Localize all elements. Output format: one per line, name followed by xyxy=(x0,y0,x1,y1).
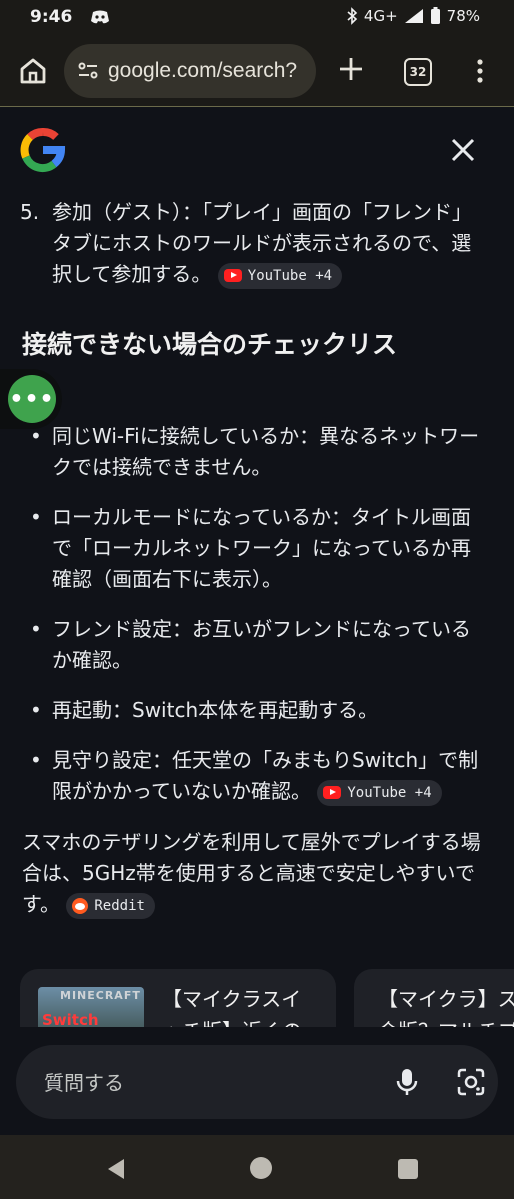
discord-icon xyxy=(91,10,109,24)
close-icon[interactable] xyxy=(448,135,478,165)
list-item: ローカルモードになっているか：タイトル画面で「ローカルネットワーク」になっている… xyxy=(30,502,490,595)
new-tab-icon[interactable] xyxy=(336,54,366,84)
status-bar: 9:46 4G+ 78% xyxy=(0,0,514,36)
url-text[interactable]: google.com/search? xyxy=(108,59,297,83)
source-chip[interactable]: YouTube +4 xyxy=(317,779,442,806)
list-item: 同じWi-Fiに接続しているか：異なるネットワークでは接続できません。 xyxy=(30,421,490,483)
site-settings-icon[interactable] xyxy=(76,59,100,83)
tab-switcher-button[interactable]: 32 xyxy=(404,58,432,86)
system-nav-bar xyxy=(0,1135,514,1199)
back-icon[interactable] xyxy=(104,1157,128,1181)
bluetooth-icon xyxy=(347,7,358,25)
status-time: 9:46 xyxy=(30,7,73,27)
source-chip-label: Reddit xyxy=(94,897,145,914)
step-item: 5. 参加（ゲスト）：「プレイ」画面の「フレンド」タブにホストのワールドが表示さ… xyxy=(20,197,490,290)
card-title-line: 【マイクラスイ xyxy=(162,987,302,1011)
reddit-icon xyxy=(72,897,89,914)
battery-icon xyxy=(430,7,440,24)
battery-level: 78% xyxy=(446,7,480,25)
signal-icon xyxy=(404,9,423,23)
more-dots-icon[interactable]: ••• xyxy=(8,375,56,423)
source-chip-label: YouTube +4 xyxy=(247,267,333,284)
section-heading: 接続できない場合のチェックリス xyxy=(22,330,398,359)
youtube-icon xyxy=(223,269,242,282)
recents-icon[interactable] xyxy=(398,1159,418,1179)
list-item: フレンド設定：お互いがフレンドになっているか確認。 xyxy=(30,614,490,676)
browser-toolbar: google.com/search? 32 xyxy=(0,36,514,107)
status-icons: 4G+ 78% xyxy=(346,7,480,25)
card-title-line: 【マイクラ】ス xyxy=(378,987,514,1011)
overflow-menu-icon[interactable] xyxy=(470,56,490,86)
youtube-icon xyxy=(323,786,342,799)
mic-icon[interactable] xyxy=(394,1067,420,1097)
source-chip[interactable]: YouTube +4 xyxy=(217,262,343,289)
list-item: 再起動：Switch本体を再起動する。 xyxy=(30,695,490,726)
closing-paragraph: スマホのテザリングを利用して屋外でプレイする場合は、5GHz帯を使用すると高速で… xyxy=(22,827,498,920)
address-bar[interactable]: google.com/search? xyxy=(64,44,316,98)
ai-answer-panel: 5. 参加（ゲスト）：「プレイ」画面の「フレンド」タブにホストのワールドが表示さ… xyxy=(0,107,514,1127)
home-icon[interactable] xyxy=(16,54,50,88)
thumbnail-text: MINECRAFT xyxy=(60,989,141,1002)
checklist: 同じWi-Fiに接続しているか：異なるネットワークでは接続できません。 ローカル… xyxy=(30,421,490,826)
network-type: 4G+ xyxy=(363,7,398,25)
ask-input[interactable]: 質問する xyxy=(16,1045,498,1119)
lens-camera-icon[interactable] xyxy=(456,1067,486,1097)
video-cards: MINECRAFT Switch 【マイクラスイ ッチ版】近くの 【マイクラ】ス… xyxy=(20,969,514,1089)
ask-placeholder[interactable]: 質問する xyxy=(44,1067,124,1096)
step-number: 5. xyxy=(20,200,40,224)
google-logo-icon xyxy=(20,128,66,173)
source-chip[interactable]: Reddit xyxy=(66,892,155,919)
floating-bubble[interactable]: ••• xyxy=(0,369,62,429)
list-item: 見守り設定：任天堂の「みまもりSwitch」で制限がかかっていないか確認。 Yo… xyxy=(30,745,490,807)
source-chip-label: YouTube +4 xyxy=(347,784,432,801)
home-nav-icon[interactable] xyxy=(250,1157,272,1179)
